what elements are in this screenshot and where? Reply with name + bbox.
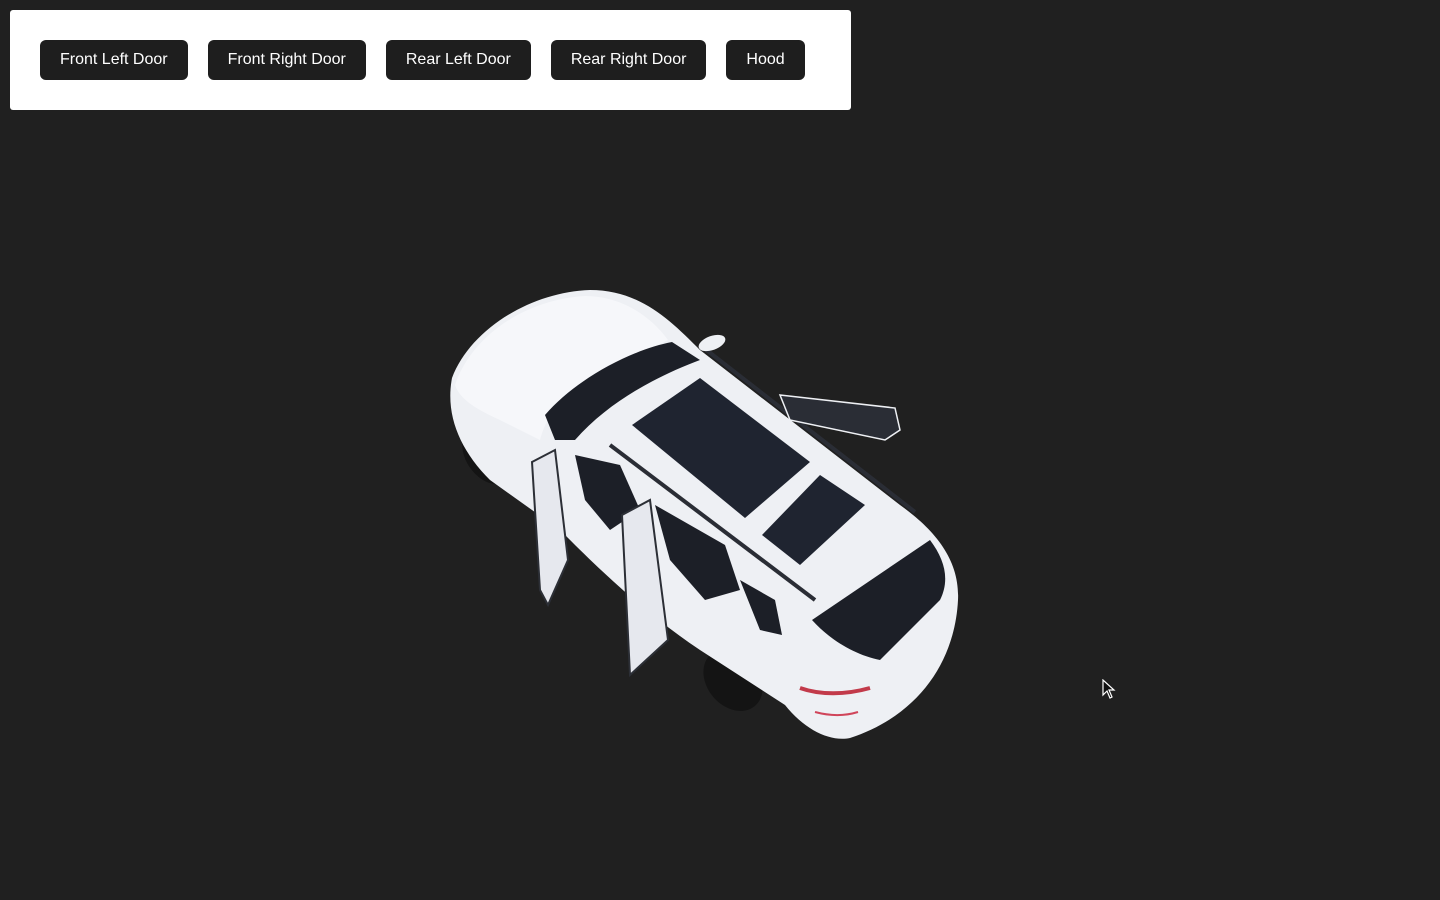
car-3d-scene[interactable] bbox=[0, 120, 1440, 900]
rear-left-door-button[interactable]: Rear Left Door bbox=[385, 40, 531, 80]
control-panel: Front Left Door Front Right Door Rear Le… bbox=[10, 10, 851, 110]
rear-right-door-button[interactable]: Rear Right Door bbox=[550, 40, 707, 80]
hood-button[interactable]: Hood bbox=[726, 40, 805, 80]
arrow-pointer-icon bbox=[1102, 679, 1116, 699]
front-right-door-button[interactable]: Front Right Door bbox=[207, 40, 366, 80]
suv-model[interactable] bbox=[450, 290, 959, 739]
viewer-canvas[interactable]: Front Left Door Front Right Door Rear Le… bbox=[0, 0, 1440, 900]
front-left-door-button[interactable]: Front Left Door bbox=[40, 40, 188, 80]
